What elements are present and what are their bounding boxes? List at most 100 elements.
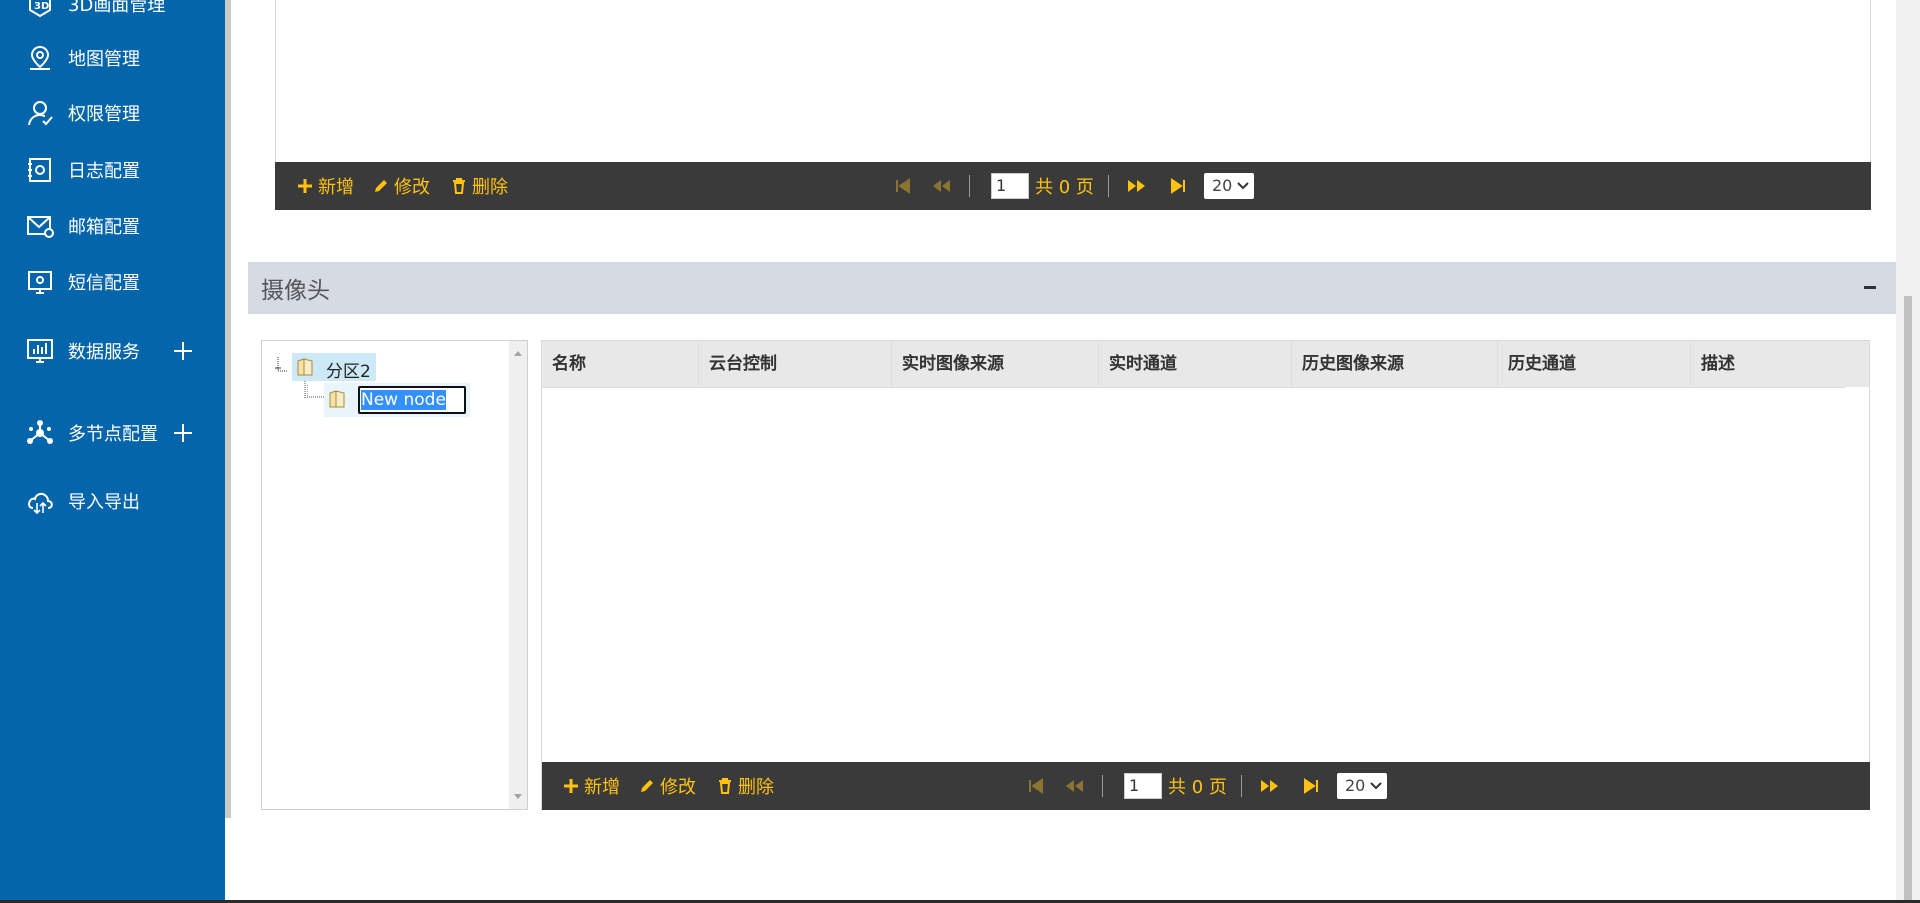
pager-separator — [1108, 175, 1109, 197]
delete-button[interactable]: 删除 — [717, 773, 774, 799]
sidebar-item-mail[interactable]: 邮箱配置 — [0, 206, 225, 246]
edit-label: 修改 — [394, 177, 430, 198]
column-header-ptz[interactable]: 云台控制 — [699, 341, 892, 387]
delete-label: 删除 — [738, 777, 774, 798]
sidebar-item-label: 邮箱配置 — [68, 217, 140, 238]
add-label: 新增 — [318, 177, 354, 198]
sidebar-item-label: 3D画面管理 — [68, 0, 166, 16]
add-label: 新增 — [584, 777, 620, 798]
zone-tree: 分区2 New node — [261, 340, 528, 810]
page-scrollbar[interactable] — [1896, 0, 1920, 903]
pencil-icon — [641, 780, 653, 792]
mail-settings-icon — [27, 216, 54, 238]
camera-panel-header: 摄像头 — [248, 262, 1896, 314]
tree-scrollbar[interactable] — [509, 341, 527, 809]
folder-open-icon — [297, 358, 313, 376]
sidebar-item-permissions[interactable]: 权限管理 — [0, 93, 225, 133]
sidebar-item-label: 短信配置 — [68, 273, 140, 294]
column-header-history-source[interactable]: 历史图像来源 — [1292, 341, 1498, 387]
first-page-icon[interactable] — [893, 176, 913, 196]
scroll-up-icon[interactable] — [513, 349, 523, 357]
top-grid-pager: 新增 修改 删除 1 共 0 页 20 — [275, 162, 1871, 210]
sidebar-item-label: 权限管理 — [68, 104, 140, 125]
page-size-value: 20 — [1345, 776, 1366, 795]
delete-label: 删除 — [472, 177, 508, 198]
pencil-icon — [375, 180, 387, 192]
page-number-input[interactable]: 1 — [1124, 773, 1162, 799]
camera-grid-pager: 新增 修改 删除 1 共 0 页 20 — [542, 762, 1870, 810]
chevron-down-icon — [1237, 182, 1249, 190]
add-button[interactable]: 新增 — [563, 773, 620, 799]
folder-open-icon — [329, 390, 345, 408]
column-header-live-channel[interactable]: 实时通道 — [1099, 341, 1292, 387]
cloud-transfer-icon — [28, 492, 53, 515]
camera-grid: 名称 云台控制 实时图像来源 实时通道 历史图像来源 历史通道 描述 — [541, 340, 1870, 810]
sidebar-item-log[interactable]: 日志配置 — [0, 150, 225, 190]
pager-separator — [969, 175, 970, 197]
sidebar-item-label: 地图管理 — [68, 49, 140, 70]
trash-icon — [453, 178, 465, 194]
sidebar-item-map[interactable]: 地图管理 — [0, 38, 225, 78]
prev-page-icon[interactable] — [931, 176, 951, 196]
page-size-select[interactable]: 20 — [1204, 173, 1254, 199]
prev-page-icon[interactable] — [1064, 776, 1084, 796]
page-size-value: 20 — [1212, 176, 1233, 195]
map-pin-icon — [30, 45, 50, 70]
column-header-description[interactable]: 描述 — [1691, 341, 1846, 387]
sidebar-item-multinode[interactable]: 多节点配置 — [0, 413, 225, 453]
grid-header: 名称 云台控制 实时图像来源 实时通道 历史图像来源 历史通道 描述 — [542, 341, 1846, 388]
chevron-down-icon — [1370, 782, 1382, 790]
tree-node-child[interactable]: New node — [324, 383, 470, 417]
page-total: 共 0 页 — [1035, 177, 1094, 198]
plus-icon — [298, 179, 312, 193]
sidebar: 3D 3D画面管理 地图管理 权限管理 日志配置 邮箱配置 短信配置 数据服务 … — [0, 0, 225, 903]
nodes-icon — [27, 420, 53, 444]
sms-settings-icon — [28, 271, 52, 294]
node-rename-text: New node — [361, 390, 446, 410]
top-grid-body — [275, 0, 1871, 164]
3d-icon: 3D — [29, 0, 51, 18]
sidebar-item-label: 导入导出 — [68, 492, 140, 513]
page-size-select[interactable]: 20 — [1337, 773, 1387, 799]
grid-header-filler — [1844, 341, 1869, 387]
tree-node-label: 分区2 — [326, 362, 371, 382]
svg-text:3D: 3D — [34, 1, 49, 12]
node-rename-input[interactable]: New node — [358, 386, 466, 414]
delete-button[interactable]: 删除 — [451, 173, 508, 199]
next-page-icon[interactable] — [1260, 776, 1280, 796]
add-button[interactable]: 新增 — [297, 173, 354, 199]
edit-button[interactable]: 修改 — [373, 173, 430, 199]
last-page-icon[interactable] — [1168, 176, 1188, 196]
expand-plus-icon[interactable] — [172, 422, 194, 444]
collapse-minus-icon[interactable] — [1864, 286, 1876, 289]
sidebar-item-sms[interactable]: 短信配置 — [0, 262, 225, 302]
sidebar-item-label: 日志配置 — [68, 161, 140, 182]
column-header-name[interactable]: 名称 — [542, 341, 699, 387]
sidebar-item-import-export[interactable]: 导入导出 — [0, 481, 225, 521]
sidebar-item-label: 数据服务 — [68, 342, 140, 363]
log-settings-icon — [28, 158, 51, 182]
plus-icon — [564, 779, 578, 793]
page-scrollbar-thumb[interactable] — [1904, 296, 1912, 903]
panel-title: 摄像头 — [261, 278, 330, 304]
page-number-input[interactable]: 1 — [991, 173, 1029, 199]
column-header-live-source[interactable]: 实时图像来源 — [892, 341, 1099, 387]
edit-button[interactable]: 修改 — [639, 773, 696, 799]
data-chart-icon — [27, 339, 53, 363]
trash-icon — [719, 778, 731, 794]
sidebar-item-3d[interactable]: 3D 3D画面管理 — [0, 0, 225, 24]
page-total: 共 0 页 — [1168, 777, 1227, 798]
expand-plus-icon[interactable] — [172, 340, 194, 362]
pager-separator — [1102, 775, 1103, 797]
edit-label: 修改 — [660, 777, 696, 798]
scroll-down-icon[interactable] — [513, 793, 523, 801]
sidebar-item-label: 多节点配置 — [68, 424, 158, 445]
tree-node-root[interactable]: 分区2 — [292, 353, 376, 382]
pager-separator — [1241, 775, 1242, 797]
next-page-icon[interactable] — [1127, 176, 1147, 196]
user-permission-icon — [28, 101, 53, 126]
column-header-history-channel[interactable]: 历史通道 — [1498, 341, 1691, 387]
sidebar-item-data-service[interactable]: 数据服务 — [0, 331, 225, 371]
first-page-icon[interactable] — [1026, 776, 1046, 796]
last-page-icon[interactable] — [1301, 776, 1321, 796]
